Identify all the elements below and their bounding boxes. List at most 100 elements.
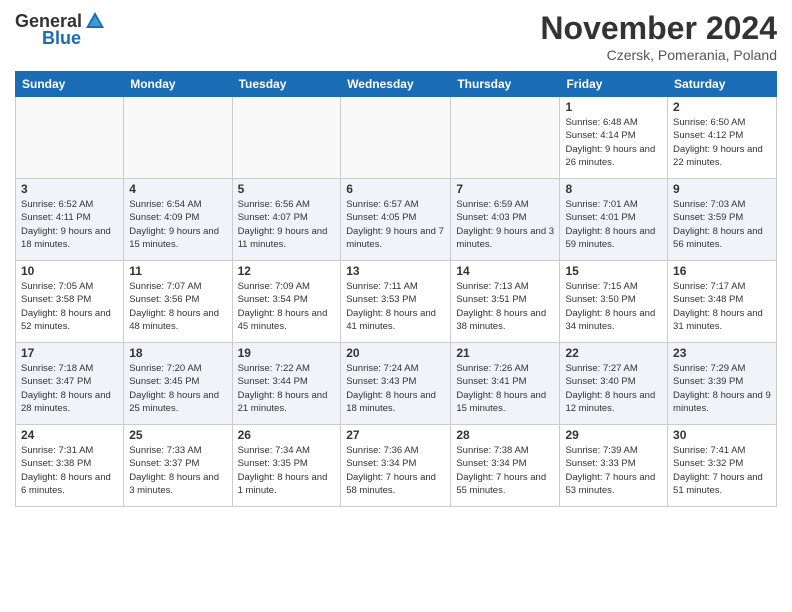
day-number: 18 xyxy=(129,346,226,360)
logo-icon xyxy=(84,10,106,32)
table-row xyxy=(232,97,341,179)
day-number: 28 xyxy=(456,428,554,442)
day-number: 6 xyxy=(346,182,445,196)
day-number: 20 xyxy=(346,346,445,360)
day-number: 2 xyxy=(673,100,771,114)
table-row: 1 Sunrise: 6:48 AMSunset: 4:14 PMDaylight… xyxy=(560,97,668,179)
day-info: Sunrise: 6:54 AMSunset: 4:09 PMDaylight:… xyxy=(129,198,226,251)
day-info: Sunrise: 7:15 AMSunset: 3:50 PMDaylight:… xyxy=(565,280,662,333)
col-sunday: Sunday xyxy=(16,72,124,97)
day-info: Sunrise: 7:24 AMSunset: 3:43 PMDaylight:… xyxy=(346,362,445,415)
day-info: Sunrise: 6:50 AMSunset: 4:12 PMDaylight:… xyxy=(673,116,771,169)
day-number: 13 xyxy=(346,264,445,278)
table-row: 16Sunrise: 7:17 AMSunset: 3:48 PMDayligh… xyxy=(668,261,777,343)
day-number: 5 xyxy=(238,182,336,196)
table-row xyxy=(124,97,232,179)
table-row xyxy=(341,97,451,179)
table-row: 30 Sunrise: 7:41 AMSunset: 3:32 PMDayligh… xyxy=(668,425,777,507)
day-number: 3 xyxy=(21,182,118,196)
table-row: 11Sunrise: 7:07 AMSunset: 3:56 PMDayligh… xyxy=(124,261,232,343)
title-block: November 2024 Czersk, Pomerania, Poland xyxy=(540,10,777,63)
table-row: 28 Sunrise: 7:38 AMSunset: 3:34 PMDayligh… xyxy=(451,425,560,507)
day-number: 9 xyxy=(673,182,771,196)
table-row: 10Sunrise: 7:05 AMSunset: 3:58 PMDayligh… xyxy=(16,261,124,343)
table-row: 22 Sunrise: 7:27 AMSunset: 3:40 PMDayligh… xyxy=(560,343,668,425)
table-row: 20 Sunrise: 7:24 AMSunset: 3:43 PMDayligh… xyxy=(341,343,451,425)
day-number: 15 xyxy=(565,264,662,278)
calendar-table: Sunday Monday Tuesday Wednesday Thursday… xyxy=(15,71,777,507)
col-saturday: Saturday xyxy=(668,72,777,97)
day-info: Sunrise: 7:26 AMSunset: 3:41 PMDaylight:… xyxy=(456,362,554,415)
table-row: 29 Sunrise: 7:39 AMSunset: 3:33 PMDayligh… xyxy=(560,425,668,507)
page-container: General Blue November 2024 Czersk, Pomer… xyxy=(0,0,792,517)
calendar-week-row: 10Sunrise: 7:05 AMSunset: 3:58 PMDayligh… xyxy=(16,261,777,343)
table-row: 17 Sunrise: 7:18 AMSunset: 3:47 PMDayligh… xyxy=(16,343,124,425)
col-wednesday: Wednesday xyxy=(341,72,451,97)
day-number: 27 xyxy=(346,428,445,442)
day-info: Sunrise: 6:56 AMSunset: 4:07 PMDaylight:… xyxy=(238,198,336,251)
day-number: 12 xyxy=(238,264,336,278)
day-number: 22 xyxy=(565,346,662,360)
day-info: Sunrise: 7:38 AMSunset: 3:34 PMDaylight:… xyxy=(456,444,554,497)
table-row: 19Sunrise: 7:22 AMSunset: 3:44 PMDayligh… xyxy=(232,343,341,425)
day-number: 30 xyxy=(673,428,771,442)
table-row: 5 Sunrise: 6:56 AMSunset: 4:07 PMDaylight… xyxy=(232,179,341,261)
day-info: Sunrise: 7:18 AMSunset: 3:47 PMDaylight:… xyxy=(21,362,118,415)
day-info: Sunrise: 6:59 AMSunset: 4:03 PMDaylight:… xyxy=(456,198,554,251)
table-row: 18 Sunrise: 7:20 AMSunset: 3:45 PMDayligh… xyxy=(124,343,232,425)
day-number: 26 xyxy=(238,428,336,442)
day-info: Sunrise: 6:52 AMSunset: 4:11 PMDaylight:… xyxy=(21,198,118,251)
table-row: 24 Sunrise: 7:31 AMSunset: 3:38 PMDayligh… xyxy=(16,425,124,507)
day-number: 4 xyxy=(129,182,226,196)
table-row xyxy=(16,97,124,179)
table-row: 25 Sunrise: 7:33 AMSunset: 3:37 PMDayligh… xyxy=(124,425,232,507)
day-number: 16 xyxy=(673,264,771,278)
table-row xyxy=(451,97,560,179)
day-info: Sunrise: 7:39 AMSunset: 3:33 PMDaylight:… xyxy=(565,444,662,497)
table-row: 8Sunrise: 7:01 AMSunset: 4:01 PMDaylight… xyxy=(560,179,668,261)
day-info: Sunrise: 6:48 AMSunset: 4:14 PMDaylight:… xyxy=(565,116,662,169)
col-thursday: Thursday xyxy=(451,72,560,97)
day-number: 17 xyxy=(21,346,118,360)
day-number: 25 xyxy=(129,428,226,442)
day-info: Sunrise: 7:13 AMSunset: 3:51 PMDaylight:… xyxy=(456,280,554,333)
table-row: 6 Sunrise: 6:57 AMSunset: 4:05 PMDaylight… xyxy=(341,179,451,261)
day-info: Sunrise: 7:20 AMSunset: 3:45 PMDaylight:… xyxy=(129,362,226,415)
day-number: 8 xyxy=(565,182,662,196)
location-subtitle: Czersk, Pomerania, Poland xyxy=(540,47,777,63)
col-tuesday: Tuesday xyxy=(232,72,341,97)
table-row: 23Sunrise: 7:29 AMSunset: 3:39 PMDayligh… xyxy=(668,343,777,425)
table-row: 14Sunrise: 7:13 AMSunset: 3:51 PMDayligh… xyxy=(451,261,560,343)
table-row: 2 Sunrise: 6:50 AMSunset: 4:12 PMDaylight… xyxy=(668,97,777,179)
day-info: Sunrise: 7:29 AMSunset: 3:39 PMDaylight:… xyxy=(673,362,771,415)
day-info: Sunrise: 7:33 AMSunset: 3:37 PMDaylight:… xyxy=(129,444,226,497)
day-info: Sunrise: 7:31 AMSunset: 3:38 PMDaylight:… xyxy=(21,444,118,497)
day-info: Sunrise: 7:09 AMSunset: 3:54 PMDaylight:… xyxy=(238,280,336,333)
table-row: 15 Sunrise: 7:15 AMSunset: 3:50 PMDayligh… xyxy=(560,261,668,343)
day-number: 29 xyxy=(565,428,662,442)
day-info: Sunrise: 7:05 AMSunset: 3:58 PMDaylight:… xyxy=(21,280,118,333)
table-row: 27 Sunrise: 7:36 AMSunset: 3:34 PMDayligh… xyxy=(341,425,451,507)
calendar-week-row: 1 Sunrise: 6:48 AMSunset: 4:14 PMDaylight… xyxy=(16,97,777,179)
calendar-week-row: 17 Sunrise: 7:18 AMSunset: 3:47 PMDayligh… xyxy=(16,343,777,425)
table-row: 26Sunrise: 7:34 AMSunset: 3:35 PMDayligh… xyxy=(232,425,341,507)
calendar-header-row: Sunday Monday Tuesday Wednesday Thursday… xyxy=(16,72,777,97)
logo-blue-text: Blue xyxy=(42,28,81,49)
day-info: Sunrise: 7:27 AMSunset: 3:40 PMDaylight:… xyxy=(565,362,662,415)
day-info: Sunrise: 7:41 AMSunset: 3:32 PMDaylight:… xyxy=(673,444,771,497)
day-number: 19 xyxy=(238,346,336,360)
table-row: 12 Sunrise: 7:09 AMSunset: 3:54 PMDayligh… xyxy=(232,261,341,343)
calendar-week-row: 3 Sunrise: 6:52 AMSunset: 4:11 PMDaylight… xyxy=(16,179,777,261)
col-friday: Friday xyxy=(560,72,668,97)
day-info: Sunrise: 7:03 AMSunset: 3:59 PMDaylight:… xyxy=(673,198,771,251)
logo: General Blue xyxy=(15,10,108,49)
table-row: 21 Sunrise: 7:26 AMSunset: 3:41 PMDayligh… xyxy=(451,343,560,425)
day-info: Sunrise: 7:36 AMSunset: 3:34 PMDaylight:… xyxy=(346,444,445,497)
month-title: November 2024 xyxy=(540,10,777,47)
day-number: 21 xyxy=(456,346,554,360)
day-number: 1 xyxy=(565,100,662,114)
table-row: 13Sunrise: 7:11 AMSunset: 3:53 PMDayligh… xyxy=(341,261,451,343)
table-row: 3 Sunrise: 6:52 AMSunset: 4:11 PMDaylight… xyxy=(16,179,124,261)
day-info: Sunrise: 6:57 AMSunset: 4:05 PMDaylight:… xyxy=(346,198,445,251)
day-number: 24 xyxy=(21,428,118,442)
